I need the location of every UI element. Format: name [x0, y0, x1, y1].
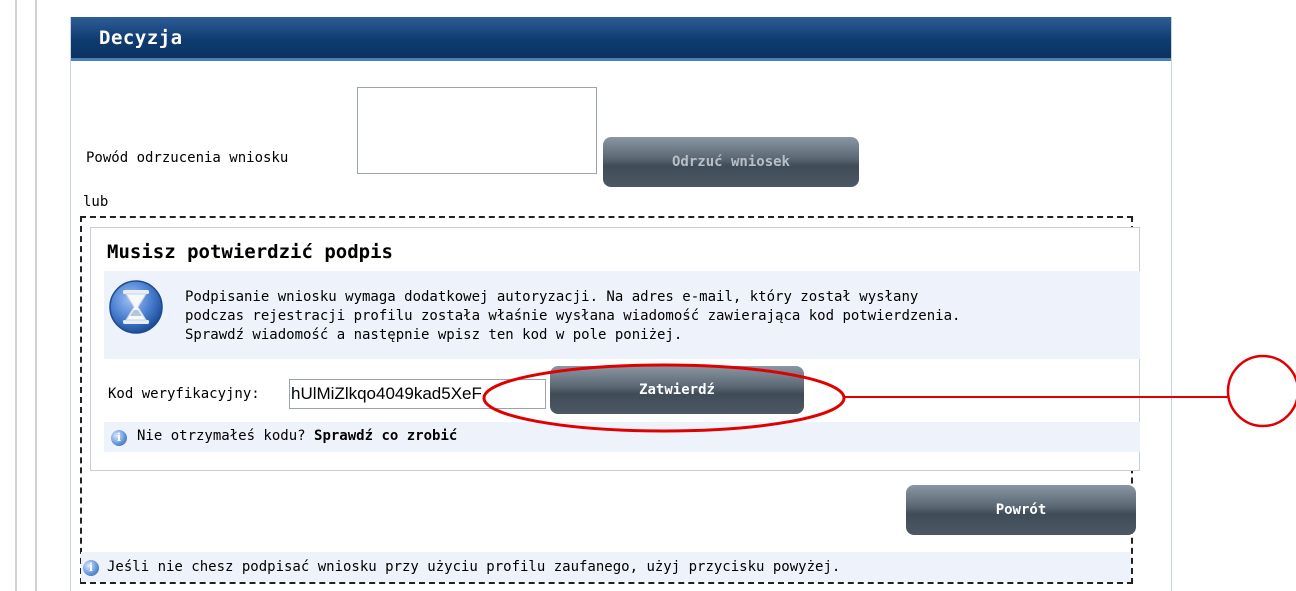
footer-info-text: Jeśli nie chesz podpisać wniosku przy uż… — [107, 559, 841, 575]
confirm-title: Musisz potwierdzić podpis — [107, 241, 393, 263]
reject-reason-textarea[interactable] — [357, 87, 597, 174]
or-label: lub — [83, 194, 109, 210]
verification-code-input[interactable]: hUlMiZlkqo4049kad5XeF — [289, 379, 546, 409]
left-rule-inner — [35, 0, 37, 591]
confirm-button[interactable]: Zatwierdź — [550, 366, 804, 414]
reject-reason-label: Powód odrzucenia wniosku — [86, 150, 289, 166]
back-button[interactable]: Powrót — [906, 485, 1136, 535]
decision-panel: Decyzja Powód odrzucenia wniosku Odrzuć … — [70, 17, 1172, 591]
message-line: Podpisanie wniosku wymaga dodatkowej aut… — [185, 289, 919, 305]
hourglass-icon — [109, 280, 163, 334]
verification-code-value: hUlMiZlkqo4049kad5XeF — [291, 384, 482, 403]
info-icon: i — [111, 430, 127, 446]
verification-code-label: Kod weryfikacyjny: — [108, 386, 260, 402]
no-code-help-link[interactable]: Sprawdź co zrobić — [314, 428, 457, 444]
panel-header: Decyzja — [71, 17, 1171, 61]
no-code-text: Nie otrzymałeś kodu? Sprawdź co zrobić — [137, 428, 457, 444]
no-code-question: Nie otrzymałeś kodu? — [137, 428, 306, 444]
left-rule — [15, 0, 17, 591]
message-text: Podpisanie wniosku wymaga dodatkowej aut… — [185, 288, 1135, 345]
info-icon: i — [83, 560, 99, 576]
panel-title: Decyzja — [99, 27, 183, 49]
message-line: podczas rejestracji profilu została właś… — [185, 308, 961, 324]
reject-button[interactable]: Odrzuć wniosek — [603, 137, 859, 187]
message-line: Sprawdź wiadomość a następnie wpisz ten … — [185, 327, 683, 343]
callout-circle — [1226, 354, 1296, 428]
